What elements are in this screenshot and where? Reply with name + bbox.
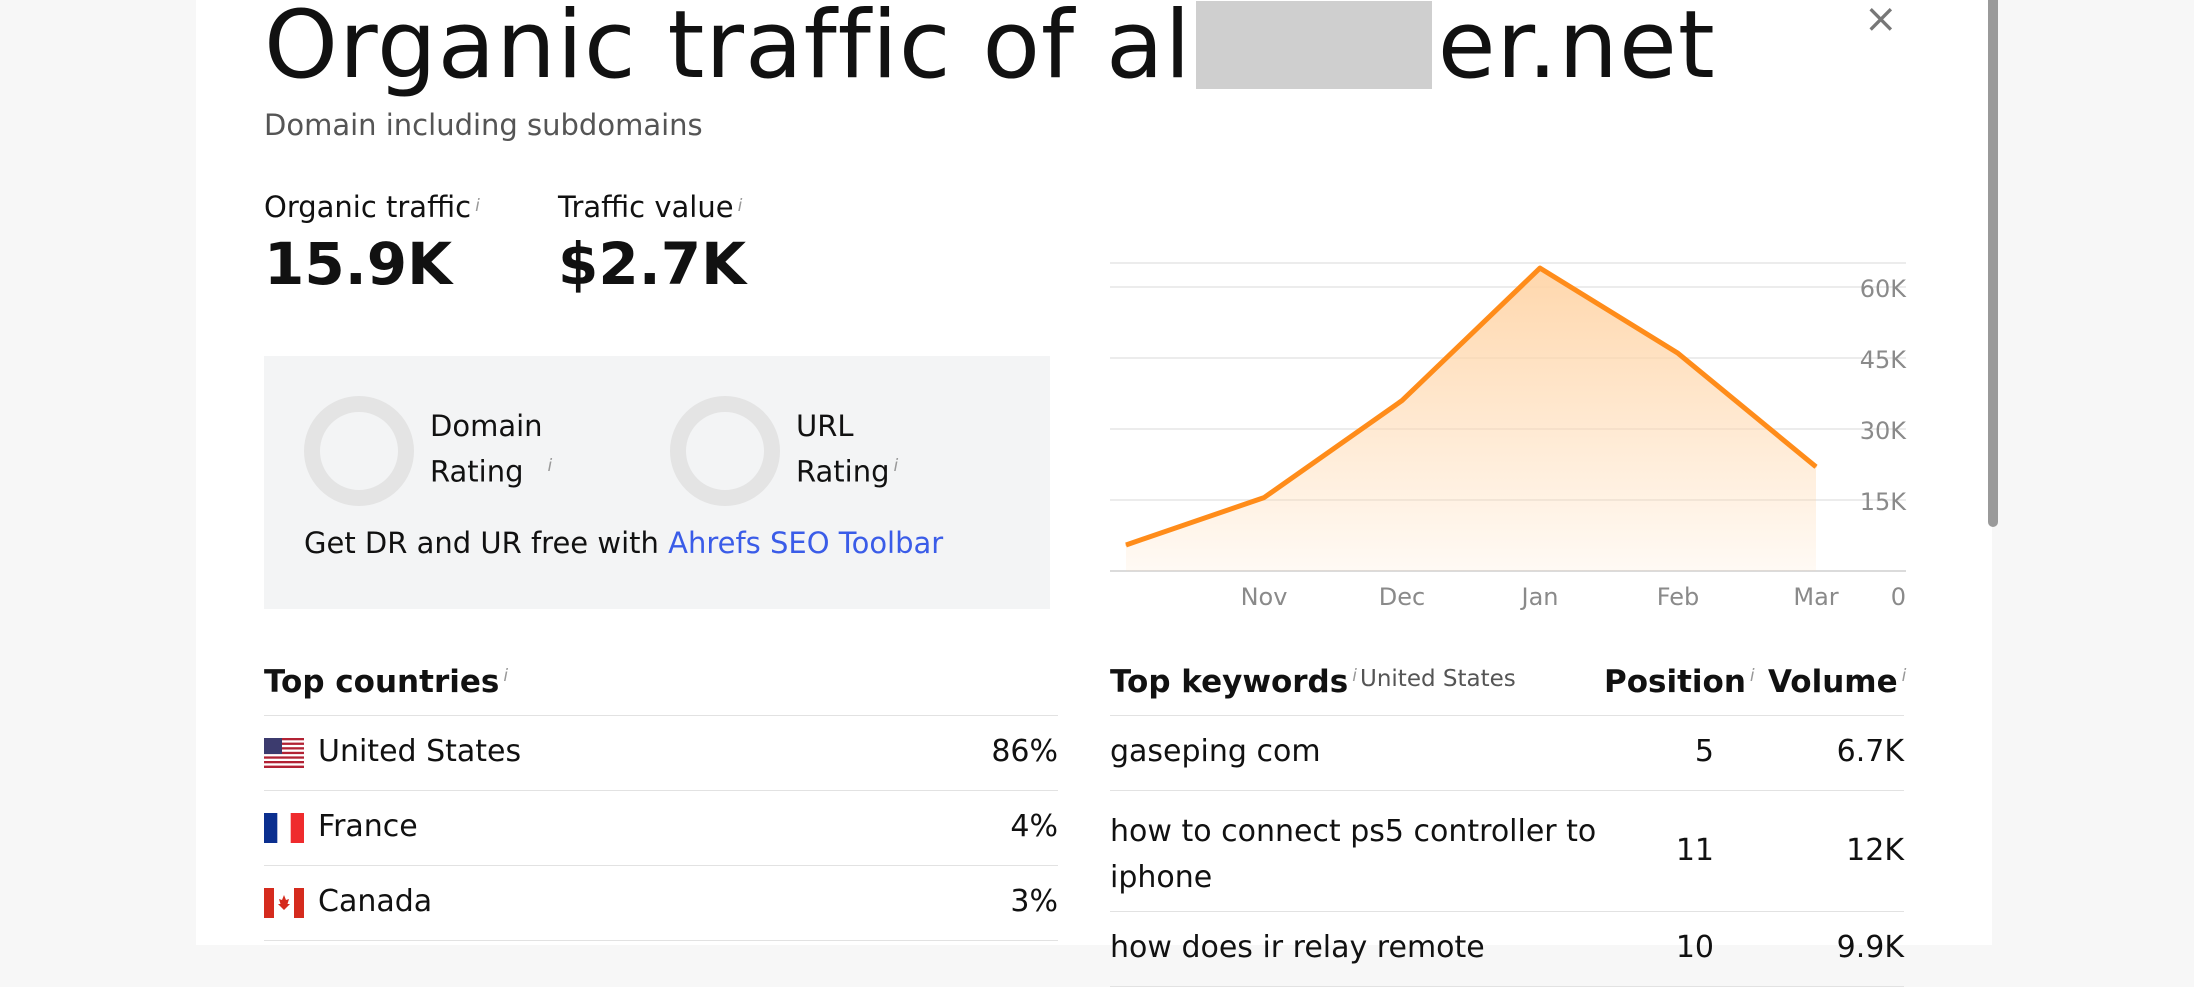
domain-rating-line2: Rating	[430, 454, 524, 489]
ratings-box: Domain Rating i URL Rating i Get DR and UR…	[264, 356, 1050, 609]
top-keywords-heading: Top keywords i	[1110, 664, 1357, 700]
keyword-volume: 12K	[1846, 833, 1904, 868]
position-header-label: Position	[1604, 664, 1746, 700]
page-subtitle: Domain including subdomains	[264, 108, 703, 142]
info-icon[interactable]: i	[738, 196, 743, 216]
info-icon[interactable]: i	[548, 456, 553, 476]
volume-column-header[interactable]: Volume i	[1768, 664, 1906, 700]
traffic-value-value: $2.7K	[558, 230, 747, 298]
keyword-volume: 9.9K	[1836, 930, 1904, 965]
keyword-volume: 6.7K	[1836, 734, 1904, 769]
country-name: France	[318, 809, 418, 844]
y-tick-label: 45K	[1860, 346, 1908, 374]
traffic-value-metric: Traffic value i $2.7K	[558, 190, 746, 298]
us-flag-icon	[264, 738, 304, 768]
keyword-text[interactable]: how to connect ps5 controller to iphone	[1110, 809, 1596, 901]
info-icon[interactable]: i	[1352, 666, 1357, 686]
keyword-row[interactable]: how does ir relay remote 10 9.9K	[1110, 912, 1904, 987]
x-tick-label: Mar	[1793, 583, 1838, 611]
info-icon[interactable]: i	[894, 456, 899, 476]
url-rating-ring	[670, 396, 780, 506]
promo-text: Get DR and UR free with	[304, 526, 669, 560]
domain-rating-ring	[304, 396, 414, 506]
x-tick-label: Dec	[1379, 583, 1425, 611]
url-rating-label: URL Rating i	[796, 406, 898, 492]
top-countries-heading: Top countries i	[264, 664, 508, 700]
traffic-point[interactable]	[1263, 497, 1265, 499]
traffic-point[interactable]	[1815, 466, 1817, 468]
volume-header-label: Volume	[1768, 664, 1898, 700]
info-icon[interactable]: i	[1750, 666, 1755, 686]
ahrefs-toolbar-link[interactable]: Ahrefs SEO Toolbar	[668, 526, 943, 560]
organic-traffic-metric: Organic traffic i 15.9K	[264, 190, 480, 298]
traffic-point[interactable]	[1677, 352, 1679, 354]
country-row[interactable]: France 4%	[264, 791, 1058, 866]
info-icon[interactable]: i	[503, 666, 508, 686]
position-column-header[interactable]: Position i	[1604, 664, 1755, 700]
traffic-point[interactable]	[1401, 400, 1403, 402]
page-title: Organic traffic of al er.net	[264, 0, 1716, 97]
keyword-text-line2: iphone	[1110, 860, 1213, 895]
keyword-row[interactable]: how to connect ps5 controller to iphone …	[1110, 791, 1904, 912]
keyword-text[interactable]: how does ir relay remote	[1110, 930, 1485, 965]
organic-traffic-value: 15.9K	[264, 230, 453, 298]
fr-flag-icon	[264, 813, 304, 843]
country-row[interactable]: United States 86%	[264, 716, 1058, 791]
keyword-position-value: 5	[1694, 734, 1714, 769]
traffic-point[interactable]	[1539, 267, 1541, 269]
info-icon[interactable]: i	[1902, 666, 1907, 686]
traffic-chart: 60K 45K 30K 15K 0 Nov Dec Jan Feb Mar	[1110, 262, 1908, 611]
ca-flag-icon	[264, 888, 304, 918]
y-tick-label: 0	[1891, 583, 1906, 611]
close-icon[interactable]: ×	[1864, 0, 1898, 42]
country-name: United States	[318, 734, 522, 769]
country-share: 3%	[1010, 884, 1058, 919]
organic-traffic-label: Organic traffic	[264, 190, 472, 224]
x-tick-label: Feb	[1657, 583, 1700, 611]
x-tick-label: Nov	[1241, 583, 1288, 611]
country-row[interactable]: Canada 3%	[264, 866, 1058, 941]
keyword-text[interactable]: gaseping com	[1110, 734, 1321, 769]
redacted-block	[1195, 1, 1432, 90]
traffic-value-label: Traffic value	[558, 190, 734, 224]
keyword-row[interactable]: gaseping com 5 6.7K	[1110, 716, 1904, 791]
keyword-position-value: 11	[1675, 833, 1714, 868]
country-share: 86%	[991, 734, 1058, 769]
url-rating-line1: URL	[796, 409, 854, 443]
domain-rating-label: Domain Rating i	[430, 406, 552, 492]
top-countries-title: Top countries	[264, 664, 500, 700]
title-suffix: er.net	[1437, 0, 1716, 100]
y-tick-label: 30K	[1860, 417, 1908, 445]
info-icon[interactable]: i	[475, 196, 480, 216]
toolbar-promo: Get DR and UR free with Ahrefs SEO Toolb…	[304, 526, 943, 560]
traffic-point[interactable]	[1125, 544, 1127, 546]
x-tick-label: Jan	[1520, 583, 1559, 611]
country-name: Canada	[318, 884, 433, 919]
y-tick-label: 15K	[1860, 488, 1908, 516]
keyword-text-line1: how to connect ps5 controller to	[1110, 814, 1597, 849]
y-tick-label: 60K	[1860, 275, 1908, 303]
country-share: 4%	[1010, 809, 1058, 844]
top-keywords-title: Top keywords	[1110, 664, 1349, 700]
keywords-location[interactable]: United States	[1360, 666, 1516, 692]
domain-rating-line1: Domain	[430, 409, 543, 443]
keyword-position-value: 10	[1675, 930, 1714, 965]
url-rating-line2: Rating	[796, 454, 890, 489]
traffic-area	[1126, 268, 1816, 571]
scrollbar-thumb[interactable]	[1988, 0, 1998, 527]
title-prefix: Organic traffic of al	[264, 0, 1192, 100]
